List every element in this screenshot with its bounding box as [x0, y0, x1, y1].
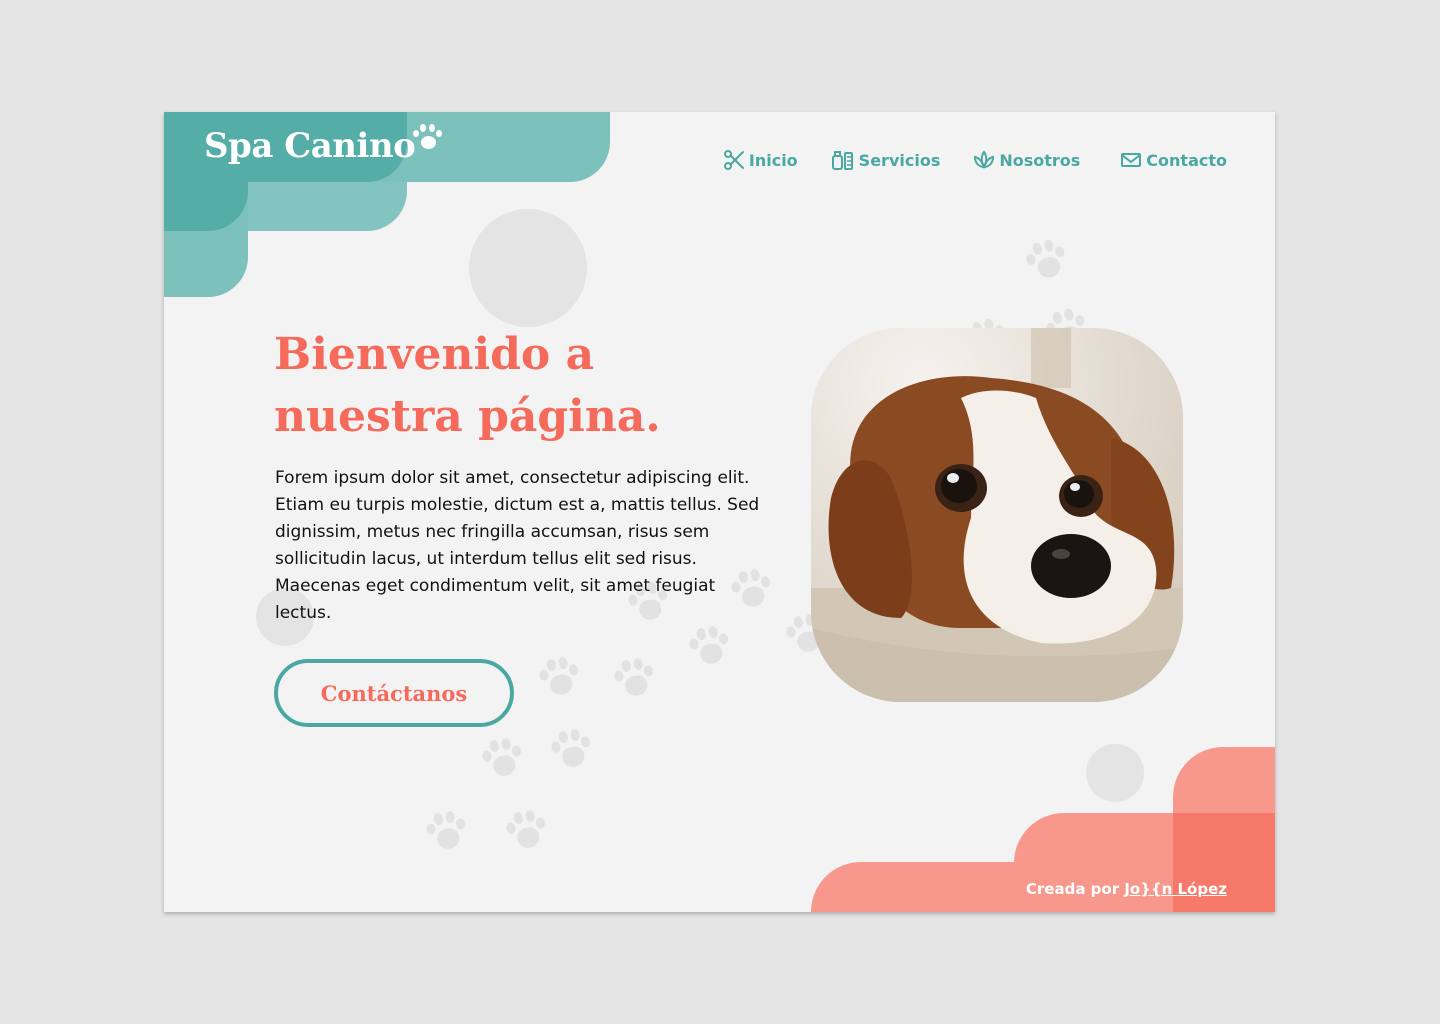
paw-print-icon	[534, 652, 585, 703]
nav-item-nosotros[interactable]: Nosotros	[973, 149, 1080, 171]
nav-item-servicios[interactable]: Servicios	[831, 149, 941, 171]
nav-label: Nosotros	[999, 150, 1081, 170]
nav-item-inicio[interactable]: Inicio	[723, 149, 798, 171]
paw-print-icon	[501, 805, 552, 856]
author-link[interactable]: Jo}{n López	[1124, 880, 1227, 898]
brand-name: Spa Canino	[204, 126, 416, 166]
lotus-icon	[974, 150, 995, 169]
nav-item-contacto[interactable]: Contacto	[1120, 149, 1227, 171]
paw-print-icon	[684, 621, 735, 672]
hero-description: Forem ipsum dolor sit amet, consectetur …	[275, 468, 760, 623]
hero-title: Bienvenido a nuestra página.	[274, 329, 661, 442]
contact-button[interactable]: Contáctanos	[274, 659, 514, 727]
footer-prefix: Creada por	[1025, 880, 1120, 898]
paw-icon	[413, 124, 443, 152]
nav-label: Servicios	[858, 150, 941, 170]
puppy-photo	[811, 328, 1183, 702]
grooming-kit-icon	[831, 151, 853, 170]
nav-label: Contacto	[1146, 150, 1227, 170]
scissors-icon	[723, 150, 744, 170]
paw-print-icon	[421, 806, 472, 857]
nav-label: Inicio	[748, 150, 798, 170]
paw-print-icon	[477, 733, 528, 784]
paw-print-icon	[1019, 233, 1073, 287]
footer-credit: Creada por Jo}{n López	[1026, 880, 1227, 898]
main-nav: Inicio Servicios Nosotros Contacto	[723, 149, 1227, 171]
envelope-icon	[1121, 153, 1142, 167]
paw-print-icon	[546, 724, 597, 775]
decorative-circle	[469, 209, 587, 327]
decorative-circle	[1086, 744, 1144, 802]
landing-page: Spa Canino Inicio Servicios Nosotros Con…	[164, 112, 1275, 912]
paw-print-icon	[609, 653, 660, 704]
brand-logo[interactable]: Spa Canino	[204, 124, 443, 166]
